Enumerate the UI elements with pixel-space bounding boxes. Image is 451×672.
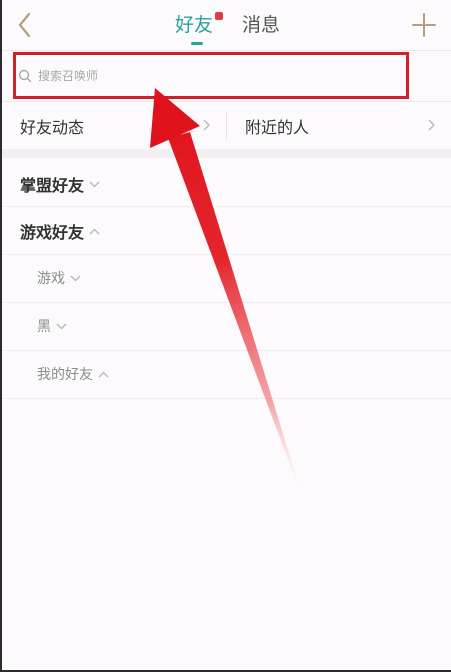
chevron-right-icon xyxy=(428,119,435,131)
search-icon xyxy=(18,69,32,83)
nearby-people-label: 附近的人 xyxy=(245,117,310,137)
group-divider xyxy=(2,206,451,207)
plus-icon xyxy=(412,13,436,37)
back-button[interactable] xyxy=(12,10,40,40)
group-label: 游戏好友 xyxy=(20,223,85,242)
active-tab-indicator xyxy=(191,42,203,45)
group-zhangmeng-friends[interactable]: 掌盟好友 xyxy=(20,170,100,198)
chevron-up-icon xyxy=(89,228,100,234)
subgroup-divider xyxy=(2,350,451,351)
arrow-shaft xyxy=(168,132,305,505)
chevron-down-icon xyxy=(89,181,100,187)
tab-messages[interactable]: 消息 xyxy=(242,12,280,38)
group-game-friends[interactable]: 游戏好友 xyxy=(20,217,100,245)
top-nav-bar: 好友 消息 xyxy=(2,0,451,50)
tab-friends[interactable]: 好友 xyxy=(175,12,223,45)
subgroup-label: 黑 xyxy=(37,319,51,335)
add-friend-button[interactable] xyxy=(411,12,437,38)
tab-messages-label: 消息 xyxy=(242,14,281,36)
chevron-down-icon xyxy=(70,275,81,281)
chevron-right-icon xyxy=(203,119,210,131)
unread-badge xyxy=(215,12,223,20)
quick-links-separator xyxy=(226,112,227,140)
chevron-down-icon xyxy=(56,323,67,329)
subgroup-my-friends[interactable]: 我的好友 xyxy=(37,362,109,386)
search-input[interactable] xyxy=(38,69,338,83)
chevron-up-icon xyxy=(98,371,109,377)
section-spacer xyxy=(2,149,451,158)
nearby-people-link[interactable]: 附近的人 xyxy=(245,102,435,149)
chevron-left-icon xyxy=(18,12,31,38)
subgroup-label: 我的好友 xyxy=(37,367,93,383)
friend-feed-label: 好友动态 xyxy=(20,117,85,137)
friend-feed-link[interactable]: 好友动态 xyxy=(20,102,210,149)
subgroup-divider xyxy=(2,398,451,399)
group-divider xyxy=(2,254,451,255)
subgroup-divider xyxy=(2,302,451,303)
subgroup-black[interactable]: 黑 xyxy=(37,314,67,338)
group-label: 掌盟好友 xyxy=(20,176,85,195)
subgroup-label: 游戏 xyxy=(37,271,65,287)
tab-friends-label: 好友 xyxy=(175,14,214,36)
subgroup-game[interactable]: 游戏 xyxy=(37,266,81,290)
search-bar[interactable] xyxy=(18,66,398,86)
